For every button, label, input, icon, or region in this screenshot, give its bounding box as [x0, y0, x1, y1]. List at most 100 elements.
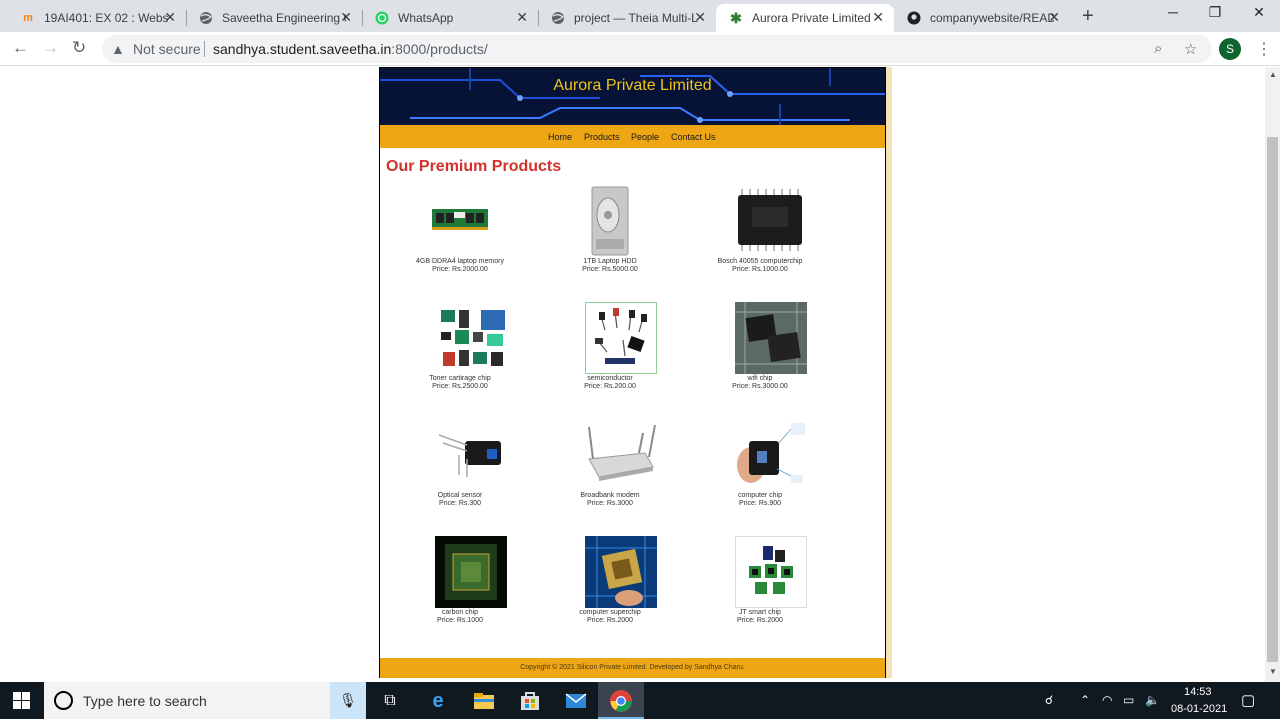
show-hidden-icons-chevron-icon[interactable]: ⌃: [1080, 693, 1090, 707]
people-icon[interactable]: ☌: [1045, 693, 1053, 707]
scrollbar-thumb[interactable]: [1267, 137, 1278, 662]
product-name: 4GB DDRA4 laptop memory: [416, 258, 504, 265]
site-footer: Copyright © 2021 Silicon Private Limited…: [380, 658, 885, 678]
product-price: Price: Rs.3000.00: [732, 383, 788, 390]
product-name: Broadbank modem: [580, 492, 640, 499]
taskbar-search-placeholder: Type here to search: [83, 693, 207, 709]
product-name: Toner cartirage chip: [429, 375, 491, 382]
product-price: Price: Rs.200.00: [584, 383, 636, 390]
not-secure-label[interactable]: Not secure: [133, 41, 201, 57]
microphone-icon[interactable]: 🎙: [330, 682, 366, 719]
product-name: wifi chip: [747, 375, 773, 382]
edge-browser-icon[interactable]: e: [426, 689, 450, 713]
url-text[interactable]: sandhya.student.saveetha.in:8000/product…: [213, 41, 488, 57]
ic-chip-icon: [738, 189, 802, 251]
optical-sensor-icon: [435, 419, 507, 491]
microsoft-store-icon[interactable]: [518, 689, 542, 713]
url-host: sandhya.student.saveetha.in: [213, 41, 392, 57]
close-icon[interactable]: ✕: [516, 9, 528, 26]
mail-icon[interactable]: [564, 689, 588, 713]
close-icon[interactable]: ✕: [164, 9, 176, 26]
new-tab-button[interactable]: +: [1082, 5, 1094, 28]
toner-chip-icon: [437, 302, 509, 374]
whatsapp-icon: [374, 10, 390, 26]
tab-title: WhatsApp: [398, 11, 454, 25]
close-window-icon[interactable]: ✕: [1236, 4, 1280, 21]
menu-kebab-icon[interactable]: ⋮: [1256, 39, 1272, 59]
product-price: Price: Rs.3000: [587, 500, 633, 507]
product-price: Price: Rs.900: [738, 500, 782, 507]
tab-title: companywebsite/READ: [930, 11, 1054, 25]
product-price: Price: Rs.5000.00: [582, 266, 638, 273]
wifi-icon[interactable]: ◠: [1102, 693, 1112, 707]
restore-icon[interactable]: ❐: [1192, 4, 1238, 21]
tab-theia-project[interactable]: project — Theia Multi-L ✕: [538, 4, 716, 32]
site-side-border: [886, 67, 892, 678]
site-container: Aurora Private Limited Home Products Peo…: [379, 67, 886, 678]
page-title: Our Premium Products: [386, 158, 562, 175]
product-price: Price: Rs.1000.00: [732, 266, 788, 273]
battery-icon[interactable]: ▭: [1123, 693, 1134, 707]
page-scrollbar[interactable]: ▲ ▼: [1265, 67, 1280, 682]
superchip-icon: [585, 536, 657, 608]
tab-github[interactable]: companywebsite/READ ✕: [894, 4, 1070, 32]
product-name: computer superchip: [579, 609, 641, 616]
scroll-up-arrow-icon[interactable]: ▲: [1269, 70, 1277, 79]
product-price: Price: Rs.2000: [587, 617, 633, 624]
file-explorer-icon[interactable]: [472, 689, 496, 713]
product-price: Price: Rs.1000: [437, 617, 483, 624]
chrome-icon[interactable]: [609, 689, 633, 713]
tab-whatsapp[interactable]: WhatsApp ✕: [362, 4, 538, 32]
tab-aurora-active[interactable]: ✱ Aurora Private Limited ✕: [716, 4, 894, 32]
gear-icon: ✱: [730, 9, 742, 26]
carbon-chip-icon: [435, 536, 507, 608]
globe-icon: [550, 10, 566, 26]
product-name: computer chip: [738, 492, 782, 499]
product-name: semiconductor: [587, 375, 633, 382]
tab-saveetha[interactable]: Saveetha Engineering C ✕: [186, 4, 362, 32]
tab-title: Saveetha Engineering C: [222, 11, 346, 25]
volume-icon[interactable]: 🔈: [1145, 693, 1160, 707]
computer-chip-icon: [735, 419, 807, 491]
ram-stick-icon: [432, 209, 488, 230]
back-arrow-icon[interactable]: ←: [12, 38, 29, 58]
windows-taskbar: Type here to search 🎙 ⧉ e ☌ ⌃ ◠ ▭ 🔈 14:5…: [0, 682, 1280, 719]
minimize-icon[interactable]: ─: [1150, 4, 1196, 20]
taskbar-clock-time[interactable]: 14:53: [1184, 686, 1212, 698]
star-icon[interactable]: ☆: [1184, 40, 1197, 58]
taskbar-clock-date[interactable]: 08-01-2021: [1171, 703, 1227, 715]
close-icon[interactable]: ✕: [694, 9, 706, 26]
product-price: Price: Rs.300: [438, 500, 482, 507]
tab-moodle[interactable]: m 19AI401: EX 02 : Websit ✕: [8, 4, 186, 32]
globe-icon: [198, 10, 214, 26]
nav-products-link[interactable]: Products: [584, 132, 620, 142]
profile-avatar[interactable]: S: [1219, 38, 1241, 60]
product-name: 1TB Laptop HDD: [583, 258, 637, 265]
tab-title: project — Theia Multi-L: [574, 11, 698, 25]
nav-people-link[interactable]: People: [631, 132, 659, 142]
moodle-icon: m: [23, 12, 33, 24]
product-name: Bosch 40055 computerchip: [717, 258, 803, 265]
browser-toolbar: ← → ↻ ▲ Not secure sandhya.student.savee…: [0, 32, 1280, 66]
windows-start-icon[interactable]: [13, 692, 30, 709]
wifi-chip-icon: [735, 302, 807, 374]
product-name: JT smart chip: [739, 609, 781, 616]
warning-triangle-icon[interactable]: ▲: [111, 41, 125, 57]
address-bar[interactable]: ▲ Not secure sandhya.student.saveetha.in…: [102, 35, 1212, 63]
scroll-down-arrow-icon[interactable]: ▼: [1269, 667, 1277, 676]
forward-arrow-icon[interactable]: →: [42, 38, 59, 58]
github-icon: [906, 10, 922, 26]
notification-icon[interactable]: ▢: [1241, 691, 1255, 709]
nav-contact-link[interactable]: Contact Us: [671, 132, 716, 142]
product-price: Price: Rs.2000.00: [432, 266, 488, 273]
product-price: Price: Rs.2500.00: [432, 383, 488, 390]
taskbar-search-box[interactable]: Type here to search 🎙: [44, 682, 366, 719]
close-icon[interactable]: ✕: [872, 9, 884, 26]
reload-icon[interactable]: ↻: [72, 38, 86, 58]
close-icon[interactable]: ✕: [1048, 9, 1060, 26]
tab-strip: m 19AI401: EX 02 : Websit ✕ Saveetha Eng…: [0, 0, 1280, 32]
task-view-icon[interactable]: ⧉: [378, 689, 402, 713]
zoom-icon[interactable]: ⌕: [1154, 40, 1162, 57]
nav-home-link[interactable]: Home: [548, 132, 572, 142]
close-icon[interactable]: ✕: [340, 9, 352, 26]
